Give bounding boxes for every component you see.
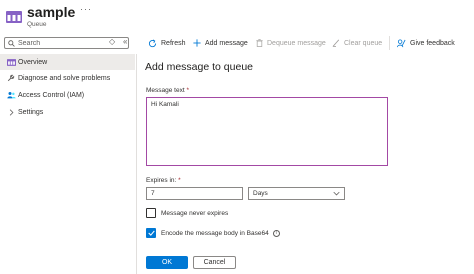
sidebar-item-overview[interactable]: Overview: [0, 54, 135, 70]
never-expires-label: Message never expires: [161, 209, 229, 217]
more-options-button[interactable]: ···: [80, 4, 92, 14]
encode-base64-checkbox[interactable]: [146, 228, 156, 238]
give-feedback-button[interactable]: Give feedback: [397, 37, 455, 49]
cancel-button[interactable]: Cancel: [193, 256, 236, 269]
refresh-icon: [148, 39, 157, 48]
expires-input[interactable]: [146, 187, 243, 200]
clear-icon: [332, 39, 340, 47]
give-feedback-label: Give feedback: [410, 39, 455, 47]
required-marker: *: [178, 177, 181, 184]
refresh-label: Refresh: [161, 39, 186, 47]
never-expires-checkbox[interactable]: [146, 208, 156, 218]
collapse-sidebar-icon[interactable]: «: [123, 37, 127, 46]
queue-icon: [4, 58, 18, 66]
checkmark-icon: [147, 230, 155, 236]
message-text-label: Message text *: [146, 87, 189, 94]
search-icon: [8, 39, 15, 47]
sidebar-item-label: Overview: [18, 58, 48, 66]
info-icon[interactable]: i: [272, 229, 280, 237]
panel-title: Add message to queue: [145, 61, 253, 73]
dequeue-message-label: Dequeue message: [267, 39, 326, 47]
sidebar-item-diagnose[interactable]: Diagnose and solve problems: [0, 70, 135, 86]
dequeue-message-button[interactable]: Dequeue message: [256, 37, 326, 49]
trash-icon: [256, 39, 263, 47]
encode-base64-label: Encode the message body in Base64: [161, 229, 269, 237]
queue-icon: [6, 10, 22, 23]
refresh-button[interactable]: Refresh: [148, 37, 186, 49]
chevron-right-icon: [4, 108, 18, 116]
clear-queue-label: Clear queue: [344, 39, 383, 47]
page-title: sample: [27, 4, 76, 20]
message-text-label-text: Message text: [146, 87, 185, 94]
sidebar-item-access-control[interactable]: Access Control (IAM): [0, 87, 135, 103]
sidebar-item-settings[interactable]: Settings: [0, 104, 135, 120]
wrench-icon: [4, 74, 18, 82]
required-marker: *: [186, 87, 190, 94]
ok-button[interactable]: OK: [146, 256, 188, 269]
expires-label: Expires in: *: [146, 177, 181, 184]
sidebar-item-label: Settings: [18, 108, 44, 116]
toolbar-divider: [389, 36, 390, 50]
expires-unit-select[interactable]: Days: [248, 187, 345, 200]
search-input[interactable]: [15, 39, 96, 47]
clear-queue-button[interactable]: Clear queue: [332, 37, 382, 49]
sidebar-item-label: Diagnose and solve problems: [18, 74, 111, 82]
search-options-icon[interactable]: ◇: [109, 37, 115, 46]
add-message-button[interactable]: Add message: [193, 37, 248, 49]
feedback-icon: [397, 38, 406, 48]
chevron-down-icon: [333, 191, 340, 196]
expires-label-text: Expires in:: [146, 177, 177, 184]
encode-base64-row[interactable]: Encode the message body in Base64 i: [146, 228, 280, 238]
add-message-label: Add message: [205, 39, 248, 47]
sidebar-item-label: Access Control (IAM): [18, 91, 85, 99]
page-subtitle: Queue: [27, 21, 47, 28]
people-icon: [4, 91, 18, 99]
message-text-input[interactable]: Hi Kamali: [146, 97, 388, 166]
plus-icon: [193, 39, 201, 47]
expires-unit-value: Days: [253, 190, 268, 197]
never-expires-row[interactable]: Message never expires: [146, 208, 228, 218]
